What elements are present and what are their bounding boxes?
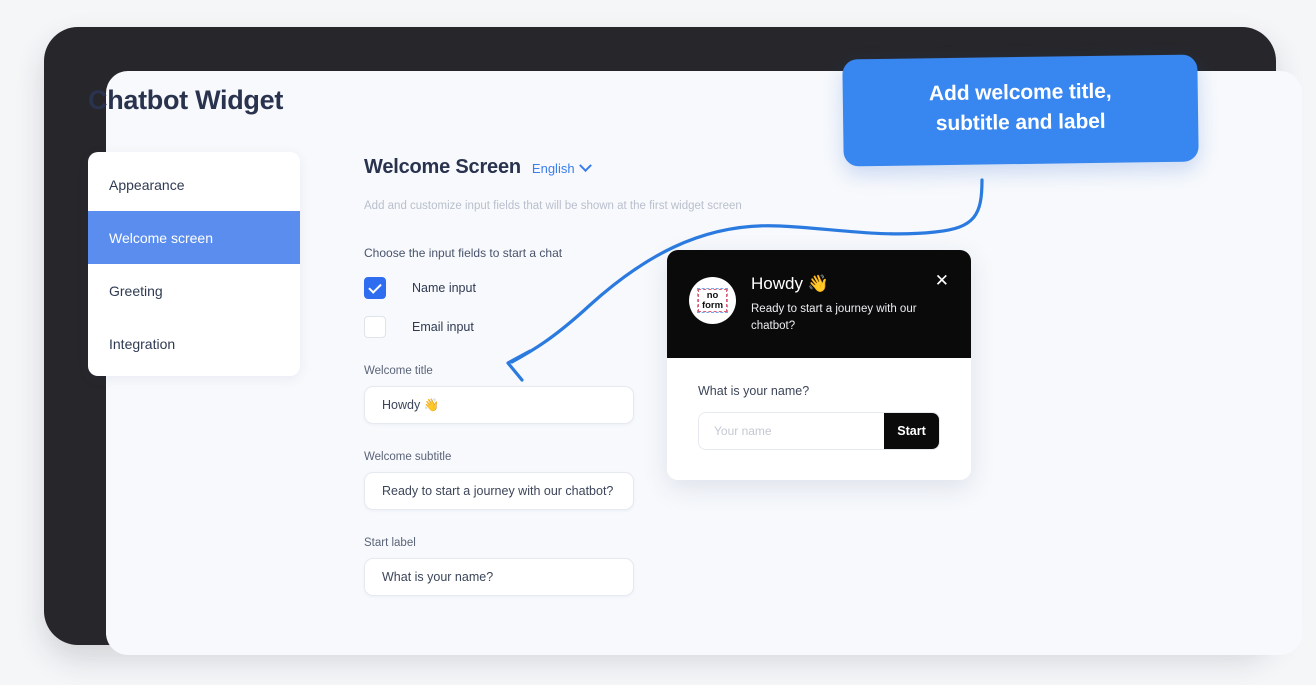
checkbox-row-name-input[interactable]: Name input bbox=[364, 277, 664, 299]
start-button[interactable]: Start bbox=[884, 413, 939, 450]
field-group-welcome-subtitle: Welcome subtitle bbox=[364, 451, 664, 510]
field-label: Welcome title bbox=[364, 365, 433, 377]
widget-body: What is your name? Start bbox=[667, 358, 971, 481]
start-label-input[interactable] bbox=[364, 558, 634, 596]
language-value: English bbox=[531, 161, 575, 176]
widget-subtitle: Ready to start a journey with our chatbo… bbox=[751, 303, 917, 332]
close-icon[interactable]: ✕ bbox=[935, 272, 949, 289]
widget-header-text: Howdy 👋 Ready to start a journey with ou… bbox=[751, 272, 921, 334]
callout-line-1: Add welcome title, bbox=[928, 79, 1112, 106]
welcome-title-input[interactable] bbox=[364, 386, 634, 424]
sidebar-item-label: Integration bbox=[109, 335, 176, 352]
sidebar-item-appearance[interactable]: Appearance bbox=[88, 158, 300, 211]
chevron-down-icon bbox=[578, 159, 592, 173]
section-header: Welcome Screen English bbox=[364, 156, 664, 179]
checkbox-email-input[interactable] bbox=[364, 316, 386, 338]
sidebar-item-label: Welcome screen bbox=[109, 229, 214, 246]
field-group-welcome-title: Welcome title bbox=[364, 365, 664, 424]
field-label: Start label bbox=[364, 537, 416, 549]
input-fields-label: Choose the input fields to start a chat bbox=[364, 246, 563, 260]
sidebar-item-greeting[interactable]: Greeting bbox=[88, 264, 300, 317]
widget-header: no form Howdy 👋 Ready to start a journey… bbox=[667, 250, 971, 359]
checkbox-name-input[interactable] bbox=[364, 277, 386, 299]
widget-input-row: Start bbox=[698, 412, 940, 451]
callout-line-2: subtitle and label bbox=[935, 110, 1106, 136]
field-group-start-label: Start label bbox=[364, 537, 664, 596]
field-label: Welcome subtitle bbox=[364, 451, 452, 463]
sidebar-item-integration[interactable]: Integration bbox=[88, 317, 300, 370]
page-title: Chatbot Widget bbox=[88, 85, 284, 115]
screenshot-root: Chatbot Widget Appearance Welcome screen… bbox=[0, 0, 1316, 685]
avatar: no form bbox=[689, 277, 736, 324]
avatar-logo-line2: form bbox=[701, 299, 724, 311]
widget-title: Howdy 👋 bbox=[751, 274, 829, 293]
widget-name-input[interactable] bbox=[699, 413, 884, 450]
section-title: Welcome Screen bbox=[364, 156, 521, 178]
section-description: Add and customize input fields that will… bbox=[364, 200, 742, 212]
welcome-subtitle-input[interactable] bbox=[364, 472, 634, 510]
checkbox-label: Name input bbox=[412, 281, 476, 295]
sidebar-item-label: Greeting bbox=[109, 282, 163, 299]
sidebar: Appearance Welcome screen Greeting Integ… bbox=[88, 152, 300, 376]
callout-tooltip: Add welcome title, subtitle and label bbox=[842, 54, 1199, 167]
noform-logo-icon: no form bbox=[696, 287, 729, 314]
widget-question: What is your name? bbox=[698, 384, 810, 399]
sidebar-item-label: Appearance bbox=[109, 176, 185, 193]
language-selector[interactable]: English bbox=[531, 159, 592, 176]
checkbox-label: Email input bbox=[412, 320, 474, 334]
checkbox-row-email-input[interactable]: Email input bbox=[364, 316, 664, 338]
sidebar-item-welcome-screen[interactable]: Welcome screen bbox=[88, 211, 300, 264]
chat-widget-preview: no form Howdy 👋 Ready to start a journey… bbox=[667, 250, 971, 481]
main-content: Welcome Screen English Add and customize… bbox=[364, 156, 742, 596]
